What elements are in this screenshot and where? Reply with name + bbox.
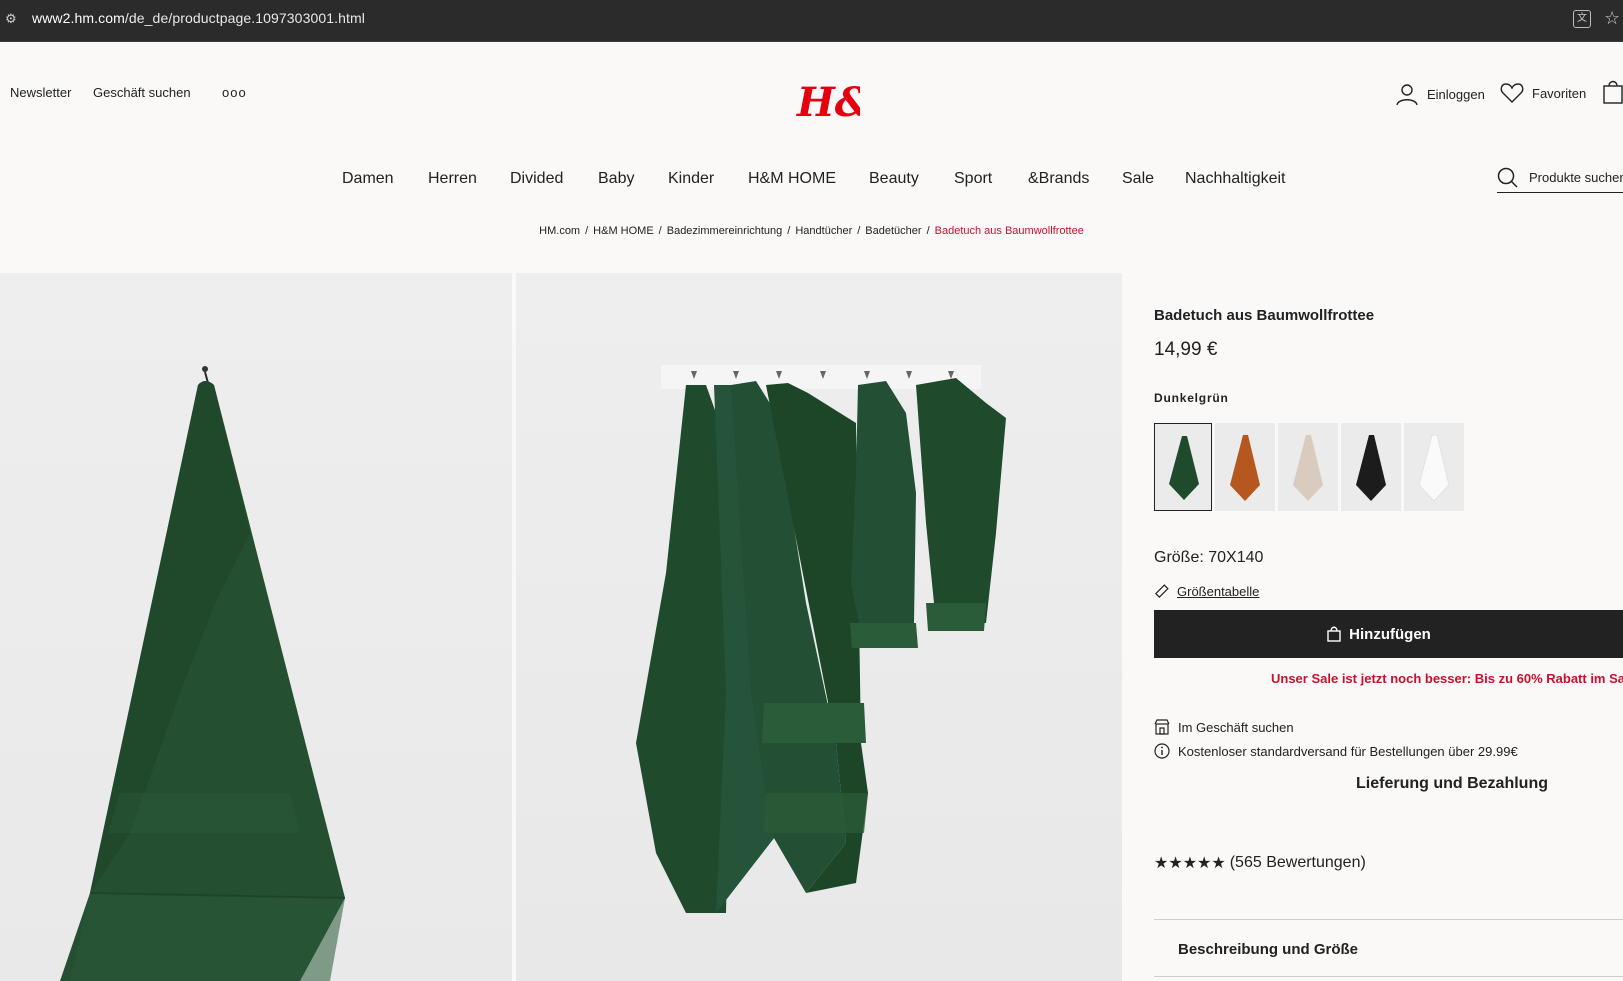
shopping-bag-icon[interactable] [1603, 78, 1623, 104]
store-icon [1154, 719, 1170, 735]
ruler-icon [1154, 584, 1169, 599]
add-to-bag-button[interactable]: Hinzufügen [1154, 610, 1623, 658]
nav-item-hm-home[interactable]: H&M HOME [748, 170, 836, 188]
breadcrumb-current: Badetuch aus Baumwollfrottee [934, 225, 1084, 237]
breadcrumb-item[interactable]: Badezimmereinrichtung [667, 225, 783, 237]
nav-item-divided[interactable]: Divided [510, 170, 563, 188]
store-finder-link[interactable]: Geschäft suchen [93, 85, 191, 100]
search-placeholder: Produkte suchen [1529, 170, 1623, 185]
divider [1154, 919, 1623, 920]
favorites-link[interactable]: Favoriten [1500, 82, 1586, 104]
info-icon [1154, 743, 1170, 759]
swatch-dunkelgruen[interactable] [1154, 423, 1212, 511]
delivery-payment-link[interactable]: Lieferung und Bezahlung [1356, 775, 1548, 793]
bag-icon [1327, 626, 1341, 642]
newsletter-link[interactable]: Newsletter [10, 85, 71, 100]
browser-address-bar: ⚙ www2.hm.com/de_de/productpage.10973030… [0, 0, 1623, 42]
url-path: /de_de/productpage.1097303001.html [124, 10, 365, 26]
nav-item-baby[interactable]: Baby [598, 170, 634, 188]
swatch-schwarz[interactable] [1341, 423, 1401, 511]
favorites-label: Favoriten [1532, 85, 1587, 101]
main-nav: Damen Herren Divided Baby Kinder H&M HOM… [0, 170, 1623, 194]
product-price: 14,99 € [1154, 339, 1218, 360]
size-table-label: Größentabelle [1177, 584, 1260, 599]
swatch-weiss[interactable] [1404, 423, 1464, 511]
swatch-image [1356, 435, 1386, 501]
product-title: Badetuch aus Baumwollfrottee [1154, 307, 1375, 324]
nav-item-beauty[interactable]: Beauty [869, 170, 919, 188]
breadcrumb-item[interactable]: HM.com [539, 225, 580, 237]
login-label: Einloggen [1427, 86, 1485, 102]
store-search-link[interactable]: Im Geschäft suchen [1154, 719, 1294, 735]
rating-summary[interactable]: ★★★★★ (565 Bewertungen) [1154, 853, 1366, 873]
url-host: www2.hm.com [32, 10, 125, 26]
nav-item-sport[interactable]: Sport [954, 170, 992, 188]
size-label: Größe: 70X140 [1154, 549, 1264, 566]
swatch-orange[interactable] [1215, 423, 1275, 511]
more-menu-icon[interactable]: ooo [222, 85, 247, 100]
bookmark-star-icon[interactable]: ☆ [1604, 8, 1620, 29]
nav-item-kinder[interactable]: Kinder [668, 170, 714, 188]
breadcrumb-item[interactable]: Badetücher [865, 225, 921, 237]
search-icon [1497, 167, 1518, 188]
breadcrumb: HM.com / H&M HOME / Badezimmereinrichtung / Ha… [539, 225, 1084, 237]
color-label: Dunkelgrün [1154, 391, 1229, 405]
product-image-main[interactable] [0, 273, 512, 981]
shipping-info: Kostenloser standardversand für Bestellu… [1154, 743, 1518, 759]
url-field[interactable]: www2.hm.com/de_de/productpage.1097303001… [32, 10, 365, 26]
swatch-beige[interactable] [1278, 423, 1338, 511]
nav-item-brands[interactable]: &Brands [1028, 170, 1089, 188]
heart-icon [1500, 83, 1524, 103]
towels-on-rack-image [636, 365, 1006, 913]
product-image-secondary[interactable] [516, 273, 1122, 981]
product-panel: Badetuch aus Baumwollfrottee 14,99 € Dun… [1154, 273, 1623, 981]
site-header [0, 42, 1623, 272]
search-input[interactable]: Produkte suchen [1497, 163, 1623, 193]
swatch-image [1230, 435, 1260, 501]
shipping-info-label: Kostenloser standardversand für Bestellu… [1178, 743, 1518, 759]
sale-banner[interactable]: Unser Sale ist jetzt noch besser: Bis zu… [1271, 671, 1623, 686]
swatch-image [1418, 434, 1450, 502]
user-icon [1396, 84, 1418, 106]
divider [1154, 976, 1623, 977]
star-rating-icon: ★★★★★ [1154, 855, 1226, 872]
translate-icon[interactable]: 文 [1573, 10, 1591, 28]
nav-item-damen[interactable]: Damen [342, 170, 394, 188]
site-settings-icon[interactable]: ⚙ [5, 11, 21, 27]
nav-item-sale[interactable]: Sale [1122, 170, 1154, 188]
hm-logo[interactable]: H&M [796, 78, 860, 124]
swatch-image [1293, 435, 1323, 501]
towel-image [60, 366, 346, 981]
review-count: (565 Bewertungen) [1229, 854, 1366, 871]
store-search-label: Im Geschäft suchen [1178, 719, 1294, 735]
nav-item-nachhaltigkeit[interactable]: Nachhaltigkeit [1185, 170, 1286, 188]
add-to-bag-label: Hinzufügen [1349, 625, 1431, 643]
breadcrumb-item[interactable]: Handtücher [795, 225, 852, 237]
nav-item-herren[interactable]: Herren [428, 170, 477, 188]
color-swatches [1154, 423, 1464, 511]
breadcrumb-item[interactable]: H&M HOME [593, 225, 654, 237]
login-link[interactable]: Einloggen [1395, 82, 1485, 106]
hm-logo-text: H&M [796, 79, 860, 124]
size-table-link[interactable]: Größentabelle [1154, 584, 1259, 599]
accordion-description-size[interactable]: Beschreibung und Größe [1178, 941, 1358, 958]
swatch-image [1169, 436, 1199, 500]
